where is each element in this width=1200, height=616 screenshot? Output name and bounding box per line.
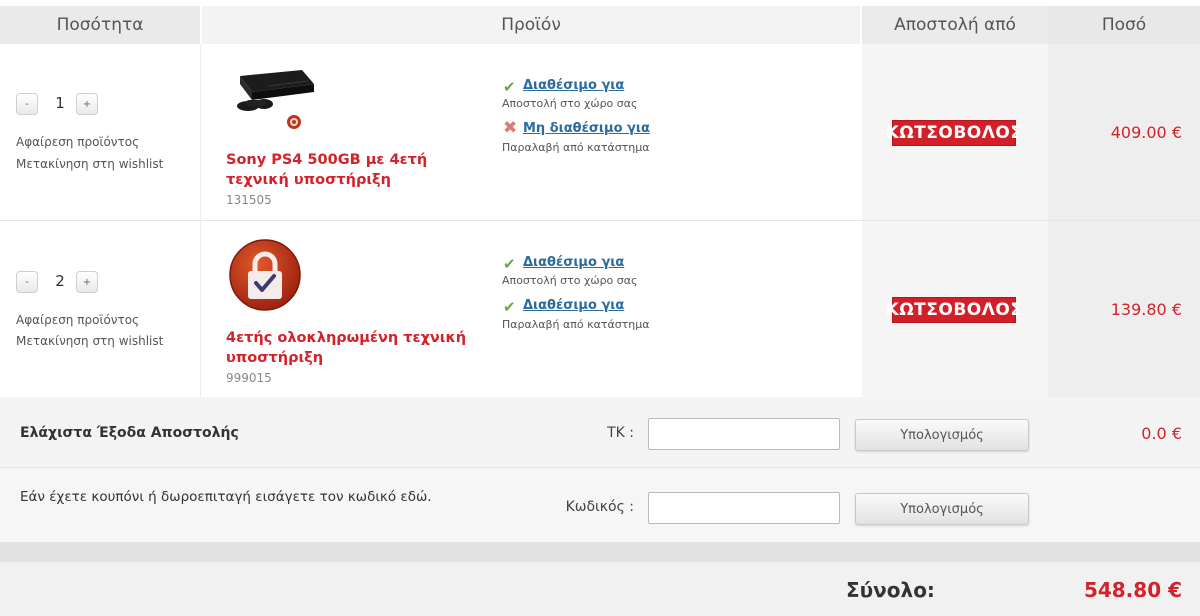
check-icon: ✔ xyxy=(503,255,516,273)
header-ship-from: Αποστολή από xyxy=(862,6,1048,44)
decrease-quantity-button[interactable]: - xyxy=(16,271,38,293)
increase-quantity-button[interactable]: + xyxy=(76,271,98,293)
padlock-product-image[interactable] xyxy=(228,238,302,312)
coupon-code-input[interactable] xyxy=(648,492,840,524)
zip-input[interactable] xyxy=(648,418,840,450)
total-band xyxy=(0,542,1200,562)
increase-quantity-button[interactable]: + xyxy=(76,93,98,115)
move-to-wishlist-link[interactable]: Μετακίνηση στη wishlist xyxy=(16,157,163,171)
coupon-label: Εάν έχετε κουπόνι ή δωροεπιταγή εισάγετε… xyxy=(20,489,432,505)
total-section xyxy=(0,562,1200,616)
zip-label: ΤΚ : xyxy=(607,425,634,441)
remove-product-link[interactable]: Αφαίρεση προϊόντος xyxy=(16,135,139,149)
row-divider xyxy=(0,220,1200,221)
product-sku: 999015 xyxy=(226,371,272,385)
total-label: Σύνολο: xyxy=(846,578,935,602)
shipping-label: Ελάχιστα Έξοδα Αποστολής xyxy=(20,425,239,441)
availability-pickup-text: Παραλαβή από κατάστημα xyxy=(502,141,650,154)
availability-pickup-text: Παραλαβή από κατάστημα xyxy=(502,318,650,331)
header-amount: Ποσό xyxy=(1048,6,1200,44)
product-name-link[interactable]: 4ετής ολοκληρωμένη τεχνική υποστήριξη xyxy=(226,328,476,368)
check-icon: ✔ xyxy=(503,78,516,96)
total-value: 548.80 € xyxy=(1083,578,1182,602)
availability-delivery-text: Αποστολή στο χώρο σας xyxy=(502,274,638,287)
code-label: Κωδικός : xyxy=(565,499,634,515)
item-price: 139.80 € xyxy=(1110,300,1182,319)
product-sku: 131505 xyxy=(226,193,272,207)
check-icon: ✔ xyxy=(503,298,516,316)
availability-link[interactable]: Διαθέσιμο για xyxy=(523,78,624,93)
calculate-shipping-button[interactable]: Υπολογισμός xyxy=(855,419,1029,451)
product-name-link[interactable]: Sony PS4 500GB με 4ετή τεχνική υποστήριξ… xyxy=(226,150,476,190)
quantity-value: 1 xyxy=(55,94,65,112)
cross-icon: ✖ xyxy=(503,118,518,138)
availability-delivery-text: Αποστολή στο χώρο σας xyxy=(502,97,638,110)
apply-coupon-button[interactable]: Υπολογισμός xyxy=(855,493,1029,525)
header-product: Προϊόν xyxy=(202,6,860,44)
store-logo: ΚΩΤΣΟΒΟΛΟΣ xyxy=(886,120,1022,146)
decrease-quantity-button[interactable]: - xyxy=(16,93,38,115)
store-logo: ΚΩΤΣΟΒΟΛΟΣ xyxy=(886,297,1022,323)
availability-link[interactable]: Μη διαθέσιμο για xyxy=(523,121,650,136)
move-to-wishlist-link[interactable]: Μετακίνηση στη wishlist xyxy=(16,334,163,348)
ps4-product-image[interactable] xyxy=(228,62,320,132)
item-price: 409.00 € xyxy=(1110,123,1182,142)
remove-product-link[interactable]: Αφαίρεση προϊόντος xyxy=(16,313,139,327)
header-quantity: Ποσότητα xyxy=(0,6,200,44)
shipping-amount: 0.0 € xyxy=(1141,424,1182,443)
quantity-value: 2 xyxy=(55,272,65,290)
availability-link[interactable]: Διαθέσιμο για xyxy=(523,255,624,270)
column-divider xyxy=(200,44,201,397)
availability-link[interactable]: Διαθέσιμο για xyxy=(523,298,624,313)
